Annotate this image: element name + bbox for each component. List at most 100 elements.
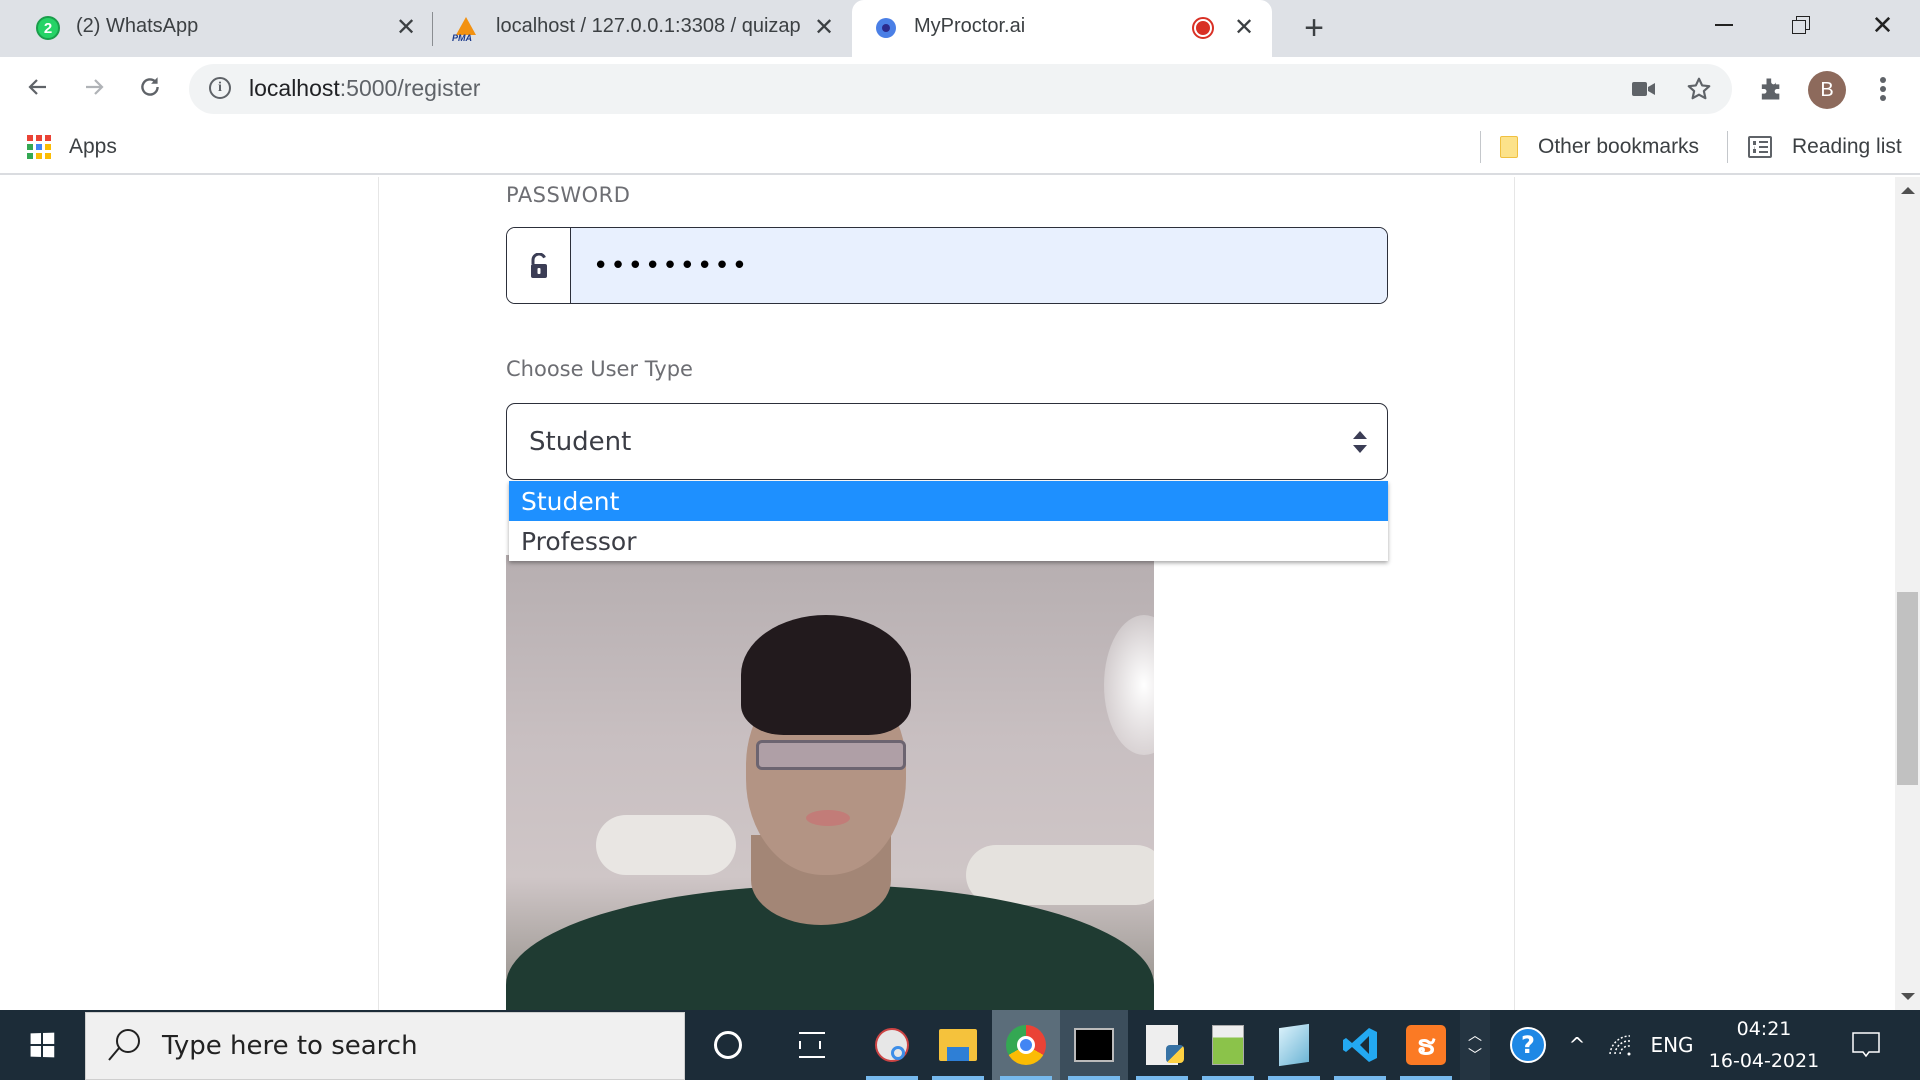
system-clock[interactable]: 04:21 16-04-2021 — [1700, 1010, 1828, 1080]
language-indicator[interactable]: ENG — [1642, 1010, 1702, 1080]
windows-taskbar: Type here to search ຮ ︿ ﹀ ? ^ ENG 04:21 … — [0, 1010, 1920, 1080]
bookmark-separator — [1727, 131, 1728, 163]
apps-label: Apps — [69, 135, 117, 158]
tab-title: (2) WhatsApp — [76, 15, 199, 37]
password-input[interactable] — [571, 228, 1387, 303]
bookmark-star-icon[interactable] — [1682, 72, 1716, 106]
bookmark-separator — [1480, 131, 1481, 163]
taskbar-app-snipping-tool[interactable] — [858, 1010, 926, 1080]
show-hidden-icons-button[interactable]: ^ — [1560, 1010, 1594, 1080]
browser-toolbar: i localhost:5000/register B — [0, 57, 1920, 121]
close-tab-icon[interactable]: ✕ — [396, 13, 416, 42]
tab-title: localhost / 127.0.0.1:3308 / quizap — [496, 15, 801, 37]
tab-strip: 2 (2) WhatsApp ✕ PMA localhost / 127.0.0… — [0, 0, 1920, 57]
new-tab-button[interactable]: + — [1294, 8, 1334, 48]
snipping-tool-icon — [875, 1028, 909, 1062]
bookmarks-bar: Apps Other bookmarks Reading list — [0, 121, 1920, 175]
close-tab-icon[interactable]: ✕ — [814, 13, 834, 42]
restore-icon — [1791, 16, 1810, 34]
file-explorer-icon — [939, 1029, 977, 1061]
taskbar-search-box[interactable]: Type here to search — [85, 1012, 685, 1080]
restore-button[interactable] — [1763, 0, 1838, 50]
tab-myproctor[interactable]: MyProctor.ai ✕ — [852, 0, 1272, 57]
url-text[interactable]: localhost:5000/register — [249, 75, 480, 102]
taskbar-scroll-buttons[interactable]: ︿ ﹀ — [1460, 1010, 1490, 1080]
reading-list-button[interactable]: Reading list — [1748, 121, 1902, 173]
bookmark-other[interactable]: Other bookmarks — [1500, 121, 1699, 173]
password-label: PASSWORD — [506, 183, 631, 207]
python-idle-icon — [1146, 1025, 1184, 1065]
task-view-icon — [799, 1032, 825, 1058]
password-input-group — [506, 227, 1388, 304]
search-icon — [106, 1029, 140, 1063]
myproctor-icon — [876, 18, 896, 38]
start-button[interactable] — [0, 1010, 84, 1080]
notepad-icon — [1279, 1023, 1309, 1067]
folder-icon — [1500, 136, 1518, 158]
whatsapp-icon: 2 — [36, 16, 60, 40]
tab-title: MyProctor.ai — [914, 15, 1026, 37]
close-window-button[interactable]: ✕ — [1845, 0, 1920, 50]
url-host: localhost — [249, 75, 340, 101]
taskbar-app-python-idle[interactable] — [1128, 1010, 1196, 1080]
other-bookmarks-label: Other bookmarks — [1538, 135, 1700, 158]
cortana-icon — [714, 1031, 742, 1059]
tab-phpmyadmin[interactable]: PMA localhost / 127.0.0.1:3308 / quizap … — [434, 0, 852, 57]
bookmark-apps[interactable]: Apps — [27, 121, 117, 173]
browser-menu-icon[interactable] — [1866, 72, 1900, 106]
url-path: :5000/register — [339, 75, 481, 101]
tab-whatsapp[interactable]: 2 (2) WhatsApp ✕ — [0, 0, 430, 57]
taskbar-app-notepad-plus-plus[interactable] — [1194, 1010, 1262, 1080]
back-button[interactable] — [18, 67, 58, 107]
webcam-preview — [506, 555, 1154, 1010]
reload-icon — [141, 77, 159, 96]
close-tab-icon[interactable]: ✕ — [1234, 13, 1254, 42]
taskbar-app-command-prompt[interactable] — [1060, 1010, 1128, 1080]
phpmyadmin-icon: PMA — [452, 15, 480, 43]
task-view-button[interactable] — [778, 1010, 846, 1080]
windows-logo-icon — [30, 1032, 55, 1058]
address-bar[interactable]: i localhost:5000/register — [189, 64, 1732, 114]
user-type-selected-value: Student — [529, 426, 632, 457]
chevron-down-icon[interactable]: ﹀ — [1468, 1045, 1482, 1065]
taskbar-app-file-explorer[interactable] — [924, 1010, 992, 1080]
taskbar-app-vs-code[interactable] — [1326, 1010, 1394, 1080]
minimize-icon — [1714, 24, 1733, 26]
action-center-button[interactable] — [1838, 1010, 1894, 1080]
scrollbar-thumb[interactable] — [1897, 592, 1918, 785]
vs-code-icon — [1343, 1028, 1377, 1062]
lock-icon — [507, 228, 571, 303]
recording-icon — [1192, 17, 1214, 39]
taskbar-app-notepad[interactable] — [1260, 1010, 1328, 1080]
scroll-down-icon[interactable] — [1901, 993, 1915, 1000]
tab-separator — [432, 12, 433, 46]
extensions-icon[interactable] — [1753, 72, 1787, 106]
reload-button[interactable] — [130, 67, 170, 107]
chevron-up-icon[interactable]: ︿ — [1468, 1025, 1482, 1045]
clock-date: 16-04-2021 — [1708, 1050, 1820, 1072]
taskbar-app-chrome[interactable] — [992, 1010, 1060, 1080]
minimize-button[interactable] — [1686, 0, 1761, 50]
search-placeholder: Type here to search — [162, 1031, 418, 1061]
reading-list-label: Reading list — [1792, 135, 1902, 158]
close-window-icon: ✕ — [1871, 9, 1894, 40]
option-student[interactable]: Student — [509, 481, 1388, 521]
cortana-button[interactable] — [694, 1010, 762, 1080]
taskbar-app-xampp[interactable]: ຮ — [1392, 1010, 1460, 1080]
page-viewport: PASSWORD Choose User Type Student Studen… — [0, 177, 1895, 1010]
page-scrollbar[interactable] — [1895, 177, 1920, 1010]
forward-button[interactable] — [74, 67, 114, 107]
profile-avatar[interactable]: B — [1808, 71, 1846, 109]
network-icon[interactable] — [1598, 1010, 1642, 1080]
camera-in-use-icon[interactable] — [1627, 72, 1661, 106]
select-arrows-icon — [1353, 431, 1367, 453]
user-type-label: Choose User Type — [506, 357, 693, 381]
reading-list-icon — [1748, 136, 1772, 158]
site-info-icon[interactable]: i — [209, 77, 231, 99]
option-professor[interactable]: Professor — [509, 521, 1388, 561]
scroll-up-icon[interactable] — [1901, 187, 1915, 194]
help-tray-icon[interactable]: ? — [1500, 1010, 1556, 1080]
notepad-plus-plus-icon — [1212, 1025, 1244, 1065]
clock-time: 04:21 — [1736, 1018, 1792, 1040]
user-type-select[interactable]: Student — [506, 403, 1388, 480]
